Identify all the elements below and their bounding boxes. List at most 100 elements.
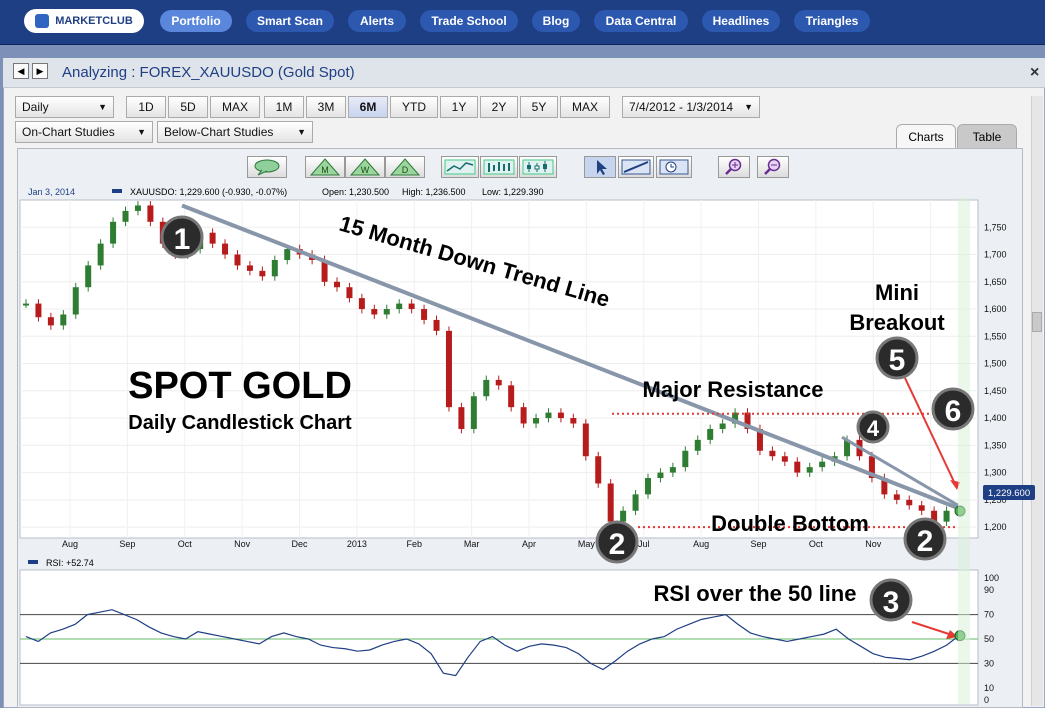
candle-body <box>271 259 278 277</box>
candle-body <box>23 303 29 306</box>
candle-body <box>483 379 490 397</box>
y-tick-label: 1,400 <box>984 413 1007 423</box>
y-tick-label: 1,700 <box>984 250 1007 260</box>
x-tick-label: Sep <box>119 539 135 549</box>
y-tick-label: 1,300 <box>984 468 1007 478</box>
candle-body <box>819 461 826 468</box>
x-tick-label: Mar <box>464 539 480 549</box>
candle-body <box>669 467 676 473</box>
marker-2-right: 2 <box>903 517 947 561</box>
marker-3: 3 <box>869 578 913 622</box>
candle-body <box>893 494 900 500</box>
annotation-subtitle: Daily Candlestick Chart <box>128 412 352 434</box>
candle-body <box>545 412 552 419</box>
y-tick-label: 1,750 <box>984 222 1007 232</box>
candle-body <box>906 499 913 506</box>
rsi-tick-label: 90 <box>984 585 994 595</box>
x-tick-label: Nov <box>234 539 251 549</box>
info-open: Open: 1,230.500 <box>322 187 389 197</box>
svg-text:4: 4 <box>867 416 880 441</box>
info-date: Jan 3, 2014 <box>28 187 75 197</box>
series-swatch <box>112 189 122 193</box>
candle-body <box>147 205 154 222</box>
candle-body <box>682 450 689 468</box>
candle-body <box>769 450 776 457</box>
rsi-swatch <box>28 560 38 564</box>
rsi-axis-ticks: 10090705030100 <box>984 573 999 705</box>
x-tick-label: Oct <box>178 539 193 549</box>
candle-body <box>508 385 515 408</box>
candle-body <box>246 265 253 271</box>
svg-text:6: 6 <box>945 395 962 428</box>
rsi-tick-label: 100 <box>984 573 999 583</box>
candle-body <box>110 221 117 244</box>
candle-body <box>222 243 229 255</box>
candle-body <box>259 270 266 277</box>
y-tick-label: 1,600 <box>984 304 1007 314</box>
candle-body <box>943 510 950 522</box>
candle-body <box>645 478 651 495</box>
rsi-label: RSI: +52.74 <box>46 558 94 568</box>
x-tick-label: Apr <box>522 539 536 549</box>
x-tick-label: Feb <box>406 539 422 549</box>
candle-body <box>570 418 577 424</box>
candle-body <box>520 407 527 424</box>
candle-body <box>533 418 540 424</box>
marker-6: 6 <box>931 387 975 431</box>
candle-body <box>134 205 141 211</box>
y-tick-label: 1,450 <box>984 386 1007 396</box>
candle-body <box>334 281 340 288</box>
annotation-rsi: RSI over the 50 line <box>654 581 857 606</box>
candle-body <box>918 505 925 511</box>
candle-body <box>806 467 813 473</box>
annotation-resistance: Major Resistance <box>643 377 824 402</box>
candle-body <box>60 314 67 326</box>
info-low: Low: 1,229.390 <box>482 187 544 197</box>
candle-body <box>122 210 129 222</box>
info-high: High: 1,236.500 <box>402 187 466 197</box>
candle-body <box>620 510 627 522</box>
svg-text:2: 2 <box>917 525 934 558</box>
candle-body <box>85 265 92 288</box>
y-tick-label: 1,650 <box>984 277 1007 287</box>
candle-body <box>794 461 801 473</box>
svg-text:1: 1 <box>174 223 191 256</box>
marker-5: 5 <box>875 336 919 380</box>
x-tick-label: Aug <box>693 539 709 549</box>
candle-body <box>383 309 390 315</box>
candle-body <box>470 396 477 429</box>
price-chart: 1,750 1,700 1,650 1,600 1,550 1,500 1,450 1,400… <box>19 187 1035 706</box>
marker-4: 4 <box>856 410 890 444</box>
candle-body <box>396 303 403 310</box>
candle-body <box>346 287 353 299</box>
candle-body <box>595 456 602 484</box>
x-tick-label: Aug <box>62 539 78 549</box>
y-tick-label: 1,500 <box>984 359 1007 369</box>
candle-body <box>719 423 726 429</box>
rsi-tick-label: 70 <box>984 610 994 620</box>
candle-body <box>421 309 428 320</box>
candle-body <box>694 439 701 451</box>
x-tick-label: Jul <box>638 539 650 549</box>
candle-body <box>371 309 378 315</box>
y-tick-label: 1,350 <box>984 440 1007 450</box>
candle-body <box>445 330 452 408</box>
annotation-breakout: Breakout <box>849 310 945 335</box>
candle-body <box>557 412 564 419</box>
svg-text:5: 5 <box>889 344 906 377</box>
x-tick-label: Sep <box>750 539 766 549</box>
rsi-tick-label: 0 <box>984 695 989 705</box>
x-axis-ticks: Aug Sep Oct Nov Dec 2013 Feb Mar Apr May Jul Aug Sep… <box>62 539 941 549</box>
candle-body <box>284 249 291 260</box>
x-tick-label: Nov <box>865 539 882 549</box>
candle-body <box>632 494 639 511</box>
annotation-double-bottom: Double Bottom <box>711 511 869 536</box>
x-tick-label: May <box>578 539 596 549</box>
candle-body <box>458 407 465 429</box>
candle-body <box>97 243 104 266</box>
svg-text:2: 2 <box>609 528 626 561</box>
candle-body <box>209 232 216 244</box>
candle-body <box>495 379 502 386</box>
marker-1: 1 <box>160 215 204 259</box>
rsi-tick-label: 10 <box>984 683 994 693</box>
